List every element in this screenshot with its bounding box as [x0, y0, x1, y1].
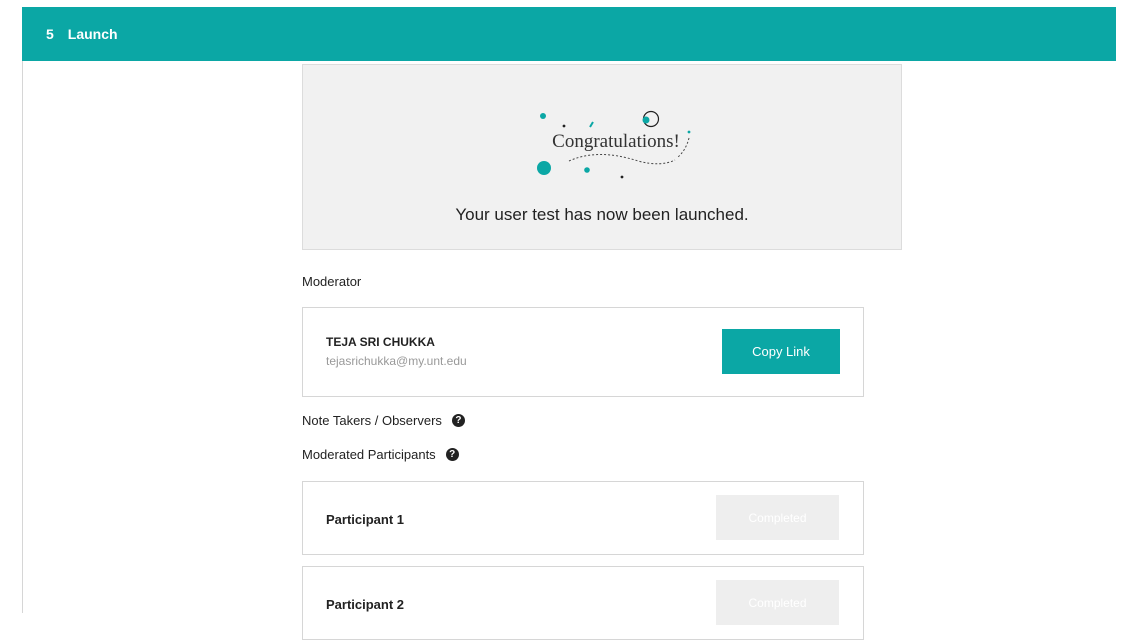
participant-label: Participant 2 — [326, 597, 405, 612]
step-number: 5 — [46, 26, 54, 42]
observers-label: Note Takers / Observers — [302, 413, 442, 428]
moderator-card: TEJA SRI CHUKKA tejasrichukka@my.unt.edu… — [302, 307, 864, 397]
moderator-heading: Moderator — [302, 274, 362, 289]
step-title: Launch — [67, 26, 118, 42]
congratulations-illustration: Congratulations! — [537, 110, 691, 179]
participant-label: Participant 1 — [326, 512, 405, 527]
participants-label: Moderated Participants — [302, 447, 436, 462]
participants-heading: Moderated Participants ? — [302, 447, 459, 462]
launched-message: Your user test has now been launched. — [455, 205, 749, 224]
completed-button[interactable]: Completed — [716, 580, 839, 625]
completed-button[interactable]: Completed — [716, 495, 839, 540]
observers-heading: Note Takers / Observers ? — [302, 413, 465, 428]
participant-card: Participant 1 Completed — [302, 481, 864, 555]
participants-help-icon[interactable]: ? — [445, 448, 459, 461]
moderator-name: TEJA SRI CHUKKA — [326, 335, 435, 349]
observers-help-icon[interactable]: ? — [451, 414, 465, 427]
congrats-title: Congratulations! — [552, 131, 680, 152]
moderator-email: tejasrichukka@my.unt.edu — [326, 354, 467, 368]
congrats-panel: Congratulations! Your user test has now … — [302, 64, 902, 250]
step-header: 5 Launch — [22, 7, 1116, 61]
copy-link-button[interactable]: Copy Link — [722, 329, 840, 374]
participant-card: Participant 2 Completed — [302, 566, 864, 640]
left-divider — [22, 61, 23, 613]
